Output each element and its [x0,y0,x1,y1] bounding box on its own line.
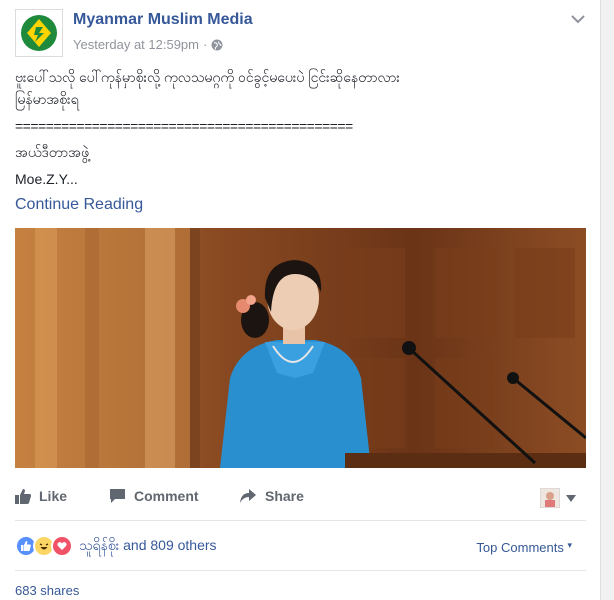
share-button[interactable]: Share [239,488,304,504]
post-text-line-4: အယ်ဒီတာအဖွဲ့ [15,144,89,160]
caret-down-icon [566,494,576,502]
post-meta: Yesterday at 12:59pm · [73,37,223,52]
meta-separator: · [203,37,208,52]
top-comments-caret-icon: ▾ [567,540,572,550]
post-text-line-1: ဗူးပေါ်သလို ပေါ်ကုန်မှာစိုးလို့ ကုလသမဂ္ဂ… [15,69,400,85]
post-actions-bar: Like Comment Share [15,488,586,516]
post-photo[interactable] [15,228,586,468]
page-name-link[interactable]: Myanmar Muslim Media [73,11,253,29]
post-timestamp[interactable]: Yesterday at 12:59pm [73,37,199,52]
post-text-line-2: မြန်မာအစိုးရ [15,91,79,107]
myanmar-muslim-media-logo-icon [21,15,57,51]
post-header: Myanmar Muslim Media Yesterday at 12:59p… [15,9,585,57]
post-text-separator: ========================================… [15,118,353,134]
top-comments-selector[interactable]: Top Comments ▾ [476,540,572,555]
like-button[interactable]: Like [15,488,67,504]
comment-button[interactable]: Comment [109,488,199,504]
shares-count-link[interactable]: 683 shares [15,583,79,598]
love-icon [51,535,73,557]
top-comments-label: Top Comments [476,540,564,555]
post-options-chevron-icon[interactable] [571,11,585,27]
reactions-text[interactable]: သူရိန်စိုး and 809 others [79,536,217,557]
continue-reading-link[interactable]: Continue Reading [15,196,143,214]
post-text-author: Moe.Z.Y... [15,171,78,187]
thumbs-up-icon [15,489,31,504]
share-arrow-icon [240,489,256,503]
share-label: Share [265,488,304,504]
comment-label: Comment [134,488,199,504]
comment-icon [110,489,125,503]
page-avatar[interactable] [15,9,63,57]
globe-icon[interactable] [211,39,223,51]
divider-shares [15,570,586,571]
reactions-summary[interactable]: သူရိန်စိုး and 809 others [15,535,217,557]
woman-at-podium-photo [15,228,586,468]
profile-thumbnail-icon [540,488,560,508]
page-scroll-gutter [601,0,614,600]
divider-actions [15,520,586,521]
like-label: Like [39,488,68,504]
reaction-as-selector[interactable] [540,488,576,508]
post-card: Myanmar Muslim Media Yesterday at 12:59p… [0,0,601,600]
